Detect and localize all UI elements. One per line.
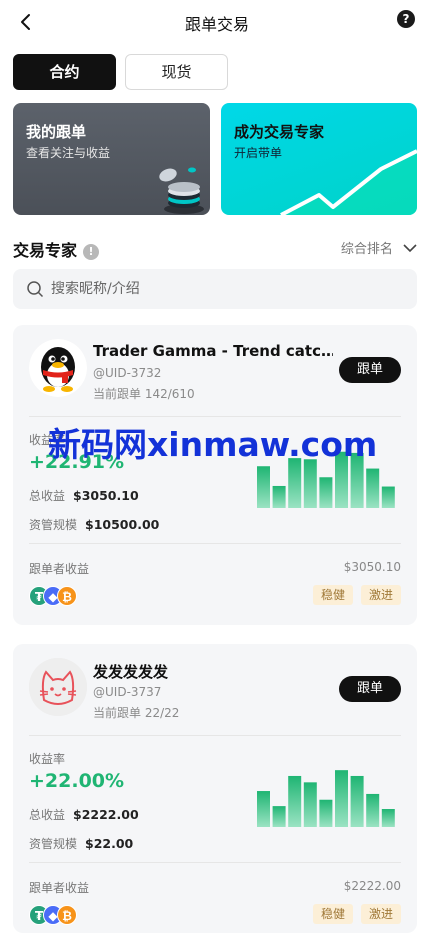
roi-bar [366,793,380,827]
watermark: 新码网xinmaw.com [48,425,378,464]
total-profit-label: 总收益 [29,808,66,822]
coin-icons: ₮ ◆ ₿ [29,586,89,606]
search-icon [27,281,44,298]
tag-aggressive: 激进 [360,585,401,605]
btc-icon: ₿ [57,586,77,606]
trader-name: 发发发发发 [93,663,169,681]
roi-bar [319,799,333,827]
avatar [29,339,87,397]
roi-bar [257,791,270,827]
roi-label: 收益率 [29,752,66,766]
roi-bar [272,806,286,827]
page-title: 跟单交易 [184,15,249,34]
roi-bar [272,485,286,508]
divider [29,862,401,863]
divider [29,543,401,544]
top-bar: 跟单交易 ? [0,0,434,44]
coin-icons: ₮ ◆ ₿ [29,905,89,925]
roi-bar [288,775,302,827]
my-copy-trading-title: 我的跟单 [26,123,87,141]
search-bar [13,269,417,309]
trader-name: Trader Gamma - Trend catc… [93,342,333,360]
penguin-avatar-icon [29,339,87,397]
aum-value: $22.00 [85,836,134,851]
avatar [29,658,87,716]
aum: 资管规模 $10500.00 [29,516,159,533]
coin-stack-icon [159,167,204,214]
divider [29,416,401,417]
my-copy-trading-card[interactable]: 我的跟单 查看关注与收益 [13,103,210,215]
tag-aggressive: 激进 [360,904,401,924]
roi-bar [381,809,395,827]
experts-section-header: 交易专家! 综合排名 [13,237,417,260]
roi-bar [335,770,348,827]
tag-steady: 稳健 [312,904,353,924]
chevron-down-icon [403,244,417,253]
btc-icon: ₿ [57,905,77,925]
info-icon[interactable]: ! [83,244,100,260]
style-tags: 稳健 激进 [312,904,401,924]
trader-current-followers: 当前跟单 22/22 [93,706,180,720]
become-expert-card[interactable]: 成为交易专家 开启带单 [221,103,417,215]
sort-dropdown[interactable]: 综合排名 [341,238,417,257]
style-tags: 稳健 激进 [312,585,401,605]
follower-profit-value: $2222.00 [343,879,401,893]
become-expert-title: 成为交易专家 [234,123,325,141]
cat-avatar-icon [29,658,87,716]
tab-spot[interactable]: 现货 [125,54,228,90]
trader-card[interactable]: 发发发发发 @UID-3737 当前跟单 22/22 跟单 收益率 +22.00… [13,644,417,933]
aum-value: $10500.00 [85,517,160,532]
roi-bar [366,468,380,508]
total-profit-value: $3050.10 [73,488,139,503]
experts-section-title: 交易专家 [13,241,78,260]
total-profit-label: 总收益 [29,489,66,503]
roi-bar [350,775,364,827]
roi-bar [303,459,317,508]
aum-label: 资管规模 [29,837,78,851]
follower-profit-label: 跟单者收益 [29,881,90,895]
follow-button[interactable]: 跟单 [339,357,401,383]
trader-uid: @UID-3737 [93,685,162,699]
market-tabs: 合约 现货 [13,54,228,90]
growth-chart-icon [280,149,417,215]
divider [29,735,401,736]
follower-profit-label: 跟单者收益 [29,562,90,576]
total-profit-value: $2222.00 [73,807,139,822]
roi-bar [303,782,317,827]
trader-current-followers: 当前跟单 142/610 [93,387,195,401]
tab-futures[interactable]: 合约 [13,54,116,90]
follow-button[interactable]: 跟单 [339,676,401,702]
aum: 资管规模 $22.00 [29,835,133,852]
roi-bar [381,486,395,508]
roi-bar-chart [257,770,395,827]
follower-profit-value: $3050.10 [343,560,401,574]
total-profit: 总收益 $2222.00 [29,806,139,823]
roi-bar [319,477,333,508]
sort-label: 综合排名 [340,242,393,257]
trader-card[interactable]: Trader Gamma - Trend catc… @UID-3732 当前跟… [13,325,417,625]
total-profit: 总收益 $3050.10 [29,487,139,504]
roi-value: +22.00% [29,770,125,792]
tag-steady: 稳健 [312,585,353,605]
trader-uid: @UID-3732 [93,366,162,380]
aum-label: 资管规模 [29,518,78,532]
my-copy-trading-subtitle: 查看关注与收益 [26,146,111,160]
search-input[interactable] [51,269,401,309]
roi-bar [257,466,270,508]
help-icon[interactable]: ? [397,10,415,28]
